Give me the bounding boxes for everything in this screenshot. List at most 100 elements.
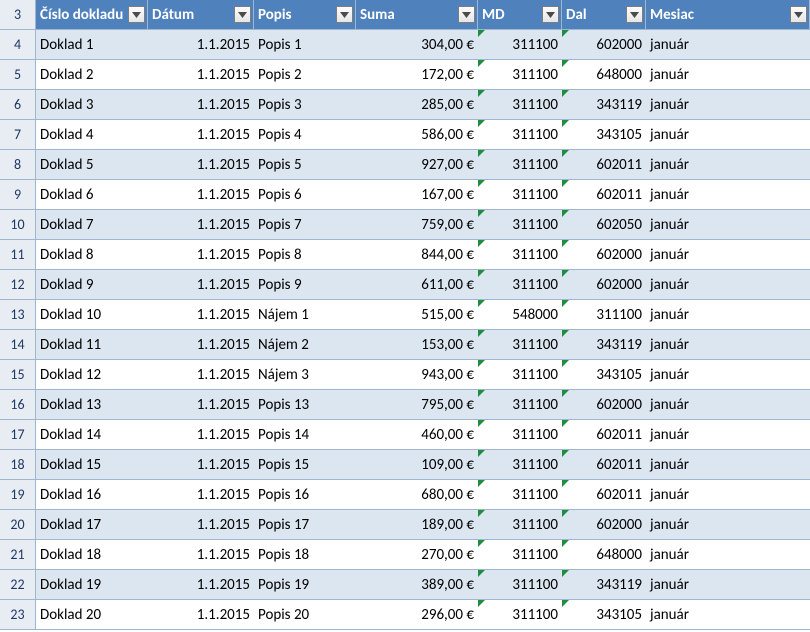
cell-month[interactable]: január [646,240,810,270]
cell-month[interactable]: január [646,510,810,540]
cell-sum[interactable]: 153,00 € [356,330,478,360]
cell-date[interactable]: 1.1.2015 [148,480,254,510]
cell-dal[interactable]: 311100 [562,300,646,330]
row-number[interactable]: 11 [0,240,36,270]
cell-doc[interactable]: Doklad 18 [36,540,148,570]
cell-month[interactable]: január [646,360,810,390]
cell-date[interactable]: 1.1.2015 [148,210,254,240]
cell-date[interactable]: 1.1.2015 [148,330,254,360]
cell-sum[interactable]: 296,00 € [356,600,478,630]
cell-month[interactable]: január [646,450,810,480]
cell-md[interactable]: 311100 [478,120,562,150]
cell-dal[interactable]: 602050 [562,210,646,240]
cell-md[interactable]: 311100 [478,330,562,360]
cell-sum[interactable]: 586,00 € [356,120,478,150]
cell-md[interactable]: 311100 [478,390,562,420]
cell-month[interactable]: január [646,330,810,360]
cell-sum[interactable]: 795,00 € [356,390,478,420]
cell-desc[interactable]: Popis 16 [254,480,356,510]
cell-date[interactable]: 1.1.2015 [148,510,254,540]
cell-month[interactable]: január [646,600,810,630]
cell-dal[interactable]: 343119 [562,570,646,600]
cell-doc[interactable]: Doklad 9 [36,270,148,300]
cell-date[interactable]: 1.1.2015 [148,120,254,150]
cell-sum[interactable]: 943,00 € [356,360,478,390]
cell-month[interactable]: január [646,90,810,120]
cell-month[interactable]: január [646,180,810,210]
cell-dal[interactable]: 343119 [562,330,646,360]
row-number-header[interactable]: 3 [0,0,36,30]
cell-desc[interactable]: Popis 5 [254,150,356,180]
cell-month[interactable]: január [646,390,810,420]
cell-desc[interactable]: Popis 15 [254,450,356,480]
cell-desc[interactable]: Popis 6 [254,180,356,210]
cell-md[interactable]: 311100 [478,30,562,60]
cell-dal[interactable]: 343105 [562,120,646,150]
cell-doc[interactable]: Doklad 6 [36,180,148,210]
cell-date[interactable]: 1.1.2015 [148,450,254,480]
row-number[interactable]: 23 [0,600,36,630]
cell-dal[interactable]: 602011 [562,420,646,450]
cell-desc[interactable]: Nájem 1 [254,300,356,330]
cell-sum[interactable]: 285,00 € [356,90,478,120]
cell-md[interactable]: 311100 [478,360,562,390]
cell-dal[interactable]: 343119 [562,90,646,120]
cell-month[interactable]: január [646,300,810,330]
cell-dal[interactable]: 602011 [562,180,646,210]
cell-doc[interactable]: Doklad 14 [36,420,148,450]
cell-desc[interactable]: Popis 9 [254,270,356,300]
cell-sum[interactable]: 611,00 € [356,270,478,300]
cell-dal[interactable]: 602000 [562,30,646,60]
col-header-dal[interactable]: Dal [562,0,646,30]
cell-doc[interactable]: Doklad 3 [36,90,148,120]
row-number[interactable]: 6 [0,90,36,120]
cell-doc[interactable]: Doklad 20 [36,600,148,630]
cell-sum[interactable]: 844,00 € [356,240,478,270]
cell-md[interactable]: 311100 [478,60,562,90]
cell-date[interactable]: 1.1.2015 [148,240,254,270]
cell-sum[interactable]: 927,00 € [356,150,478,180]
col-header-sum[interactable]: Suma [356,0,478,30]
cell-dal[interactable]: 602000 [562,240,646,270]
cell-desc[interactable]: Popis 13 [254,390,356,420]
cell-desc[interactable]: Popis 7 [254,210,356,240]
cell-doc[interactable]: Doklad 4 [36,120,148,150]
cell-month[interactable]: január [646,210,810,240]
row-number[interactable]: 16 [0,390,36,420]
cell-md[interactable]: 311100 [478,180,562,210]
cell-md[interactable]: 311100 [478,150,562,180]
cell-desc[interactable]: Popis 14 [254,420,356,450]
cell-dal[interactable]: 602011 [562,450,646,480]
row-number[interactable]: 20 [0,510,36,540]
cell-sum[interactable]: 167,00 € [356,180,478,210]
cell-date[interactable]: 1.1.2015 [148,540,254,570]
cell-sum[interactable]: 389,00 € [356,570,478,600]
cell-sum[interactable]: 172,00 € [356,60,478,90]
cell-desc[interactable]: Popis 8 [254,240,356,270]
cell-dal[interactable]: 648000 [562,540,646,570]
filter-button[interactable] [790,6,807,23]
cell-date[interactable]: 1.1.2015 [148,420,254,450]
cell-month[interactable]: január [646,30,810,60]
cell-sum[interactable]: 270,00 € [356,540,478,570]
filter-button[interactable] [542,6,559,23]
cell-desc[interactable]: Popis 20 [254,600,356,630]
row-number[interactable]: 5 [0,60,36,90]
row-number[interactable]: 12 [0,270,36,300]
cell-doc[interactable]: Doklad 16 [36,480,148,510]
cell-md[interactable]: 311100 [478,210,562,240]
cell-date[interactable]: 1.1.2015 [148,90,254,120]
row-number[interactable]: 4 [0,30,36,60]
cell-desc[interactable]: Popis 2 [254,60,356,90]
cell-doc[interactable]: Doklad 5 [36,150,148,180]
cell-month[interactable]: január [646,540,810,570]
cell-sum[interactable]: 460,00 € [356,420,478,450]
row-number[interactable]: 8 [0,150,36,180]
cell-date[interactable]: 1.1.2015 [148,60,254,90]
cell-desc[interactable]: Popis 1 [254,30,356,60]
cell-doc[interactable]: Doklad 8 [36,240,148,270]
cell-sum[interactable]: 680,00 € [356,480,478,510]
cell-doc[interactable]: Doklad 11 [36,330,148,360]
cell-dal[interactable]: 602000 [562,510,646,540]
cell-month[interactable]: január [646,570,810,600]
